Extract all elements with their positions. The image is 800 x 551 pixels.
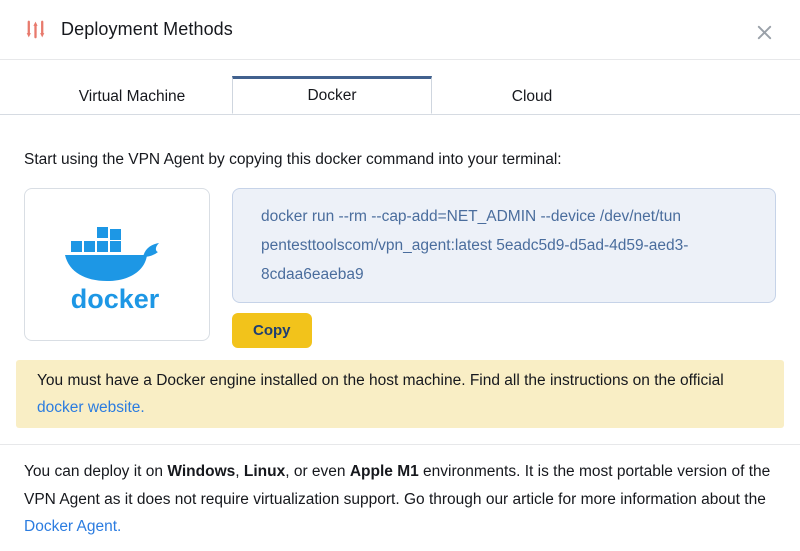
deploy-row: docker docker run --rm --cap-add=NET_ADM… [24, 188, 776, 348]
deployment-methods-modal: Deployment Methods Virtual Machine Docke… [0, 0, 800, 551]
docker-agent-link[interactable]: Docker Agent. [24, 518, 121, 535]
warning-banner: You must have a Docker engine installed … [16, 360, 784, 428]
docker-logo-card: docker [24, 188, 210, 341]
footer-paragraph: You can deploy it on Windows, Linux, or … [24, 458, 776, 541]
docker-website-link[interactable]: docker website. [37, 399, 145, 416]
vertical-arrows-icon [24, 18, 47, 41]
footer-text-1: You can deploy it on [24, 463, 167, 480]
tab-docker[interactable]: Docker [232, 76, 432, 114]
tab-virtual-machine[interactable]: Virtual Machine [32, 76, 232, 114]
docker-tab-content: Start using the VPN Agent by copying thi… [0, 149, 800, 541]
command-column: docker run --rm --cap-add=NET_ADMIN --de… [232, 188, 776, 348]
footer-bold-apple-m1: Apple M1 [350, 463, 419, 480]
footer-text-3: , or even [285, 463, 350, 480]
footer-text-2: , [235, 463, 244, 480]
modal-title: Deployment Methods [61, 19, 233, 40]
instruction-text: Start using the VPN Agent by copying thi… [24, 149, 776, 171]
docker-whale-logo-icon: docker [56, 215, 178, 315]
docker-wordmark: docker [71, 284, 160, 314]
footer-bold-windows: Windows [167, 463, 235, 480]
section-divider [0, 444, 800, 445]
tab-bar: Virtual Machine Docker Cloud [0, 76, 800, 115]
footer-bold-linux: Linux [244, 463, 285, 480]
copy-button[interactable]: Copy [232, 313, 312, 348]
close-button[interactable] [750, 18, 778, 46]
close-icon [754, 22, 775, 43]
warning-text: You must have a Docker engine installed … [37, 372, 724, 389]
tab-cloud[interactable]: Cloud [432, 76, 632, 114]
modal-header: Deployment Methods [0, 0, 800, 60]
docker-command-box[interactable]: docker run --rm --cap-add=NET_ADMIN --de… [232, 188, 776, 303]
